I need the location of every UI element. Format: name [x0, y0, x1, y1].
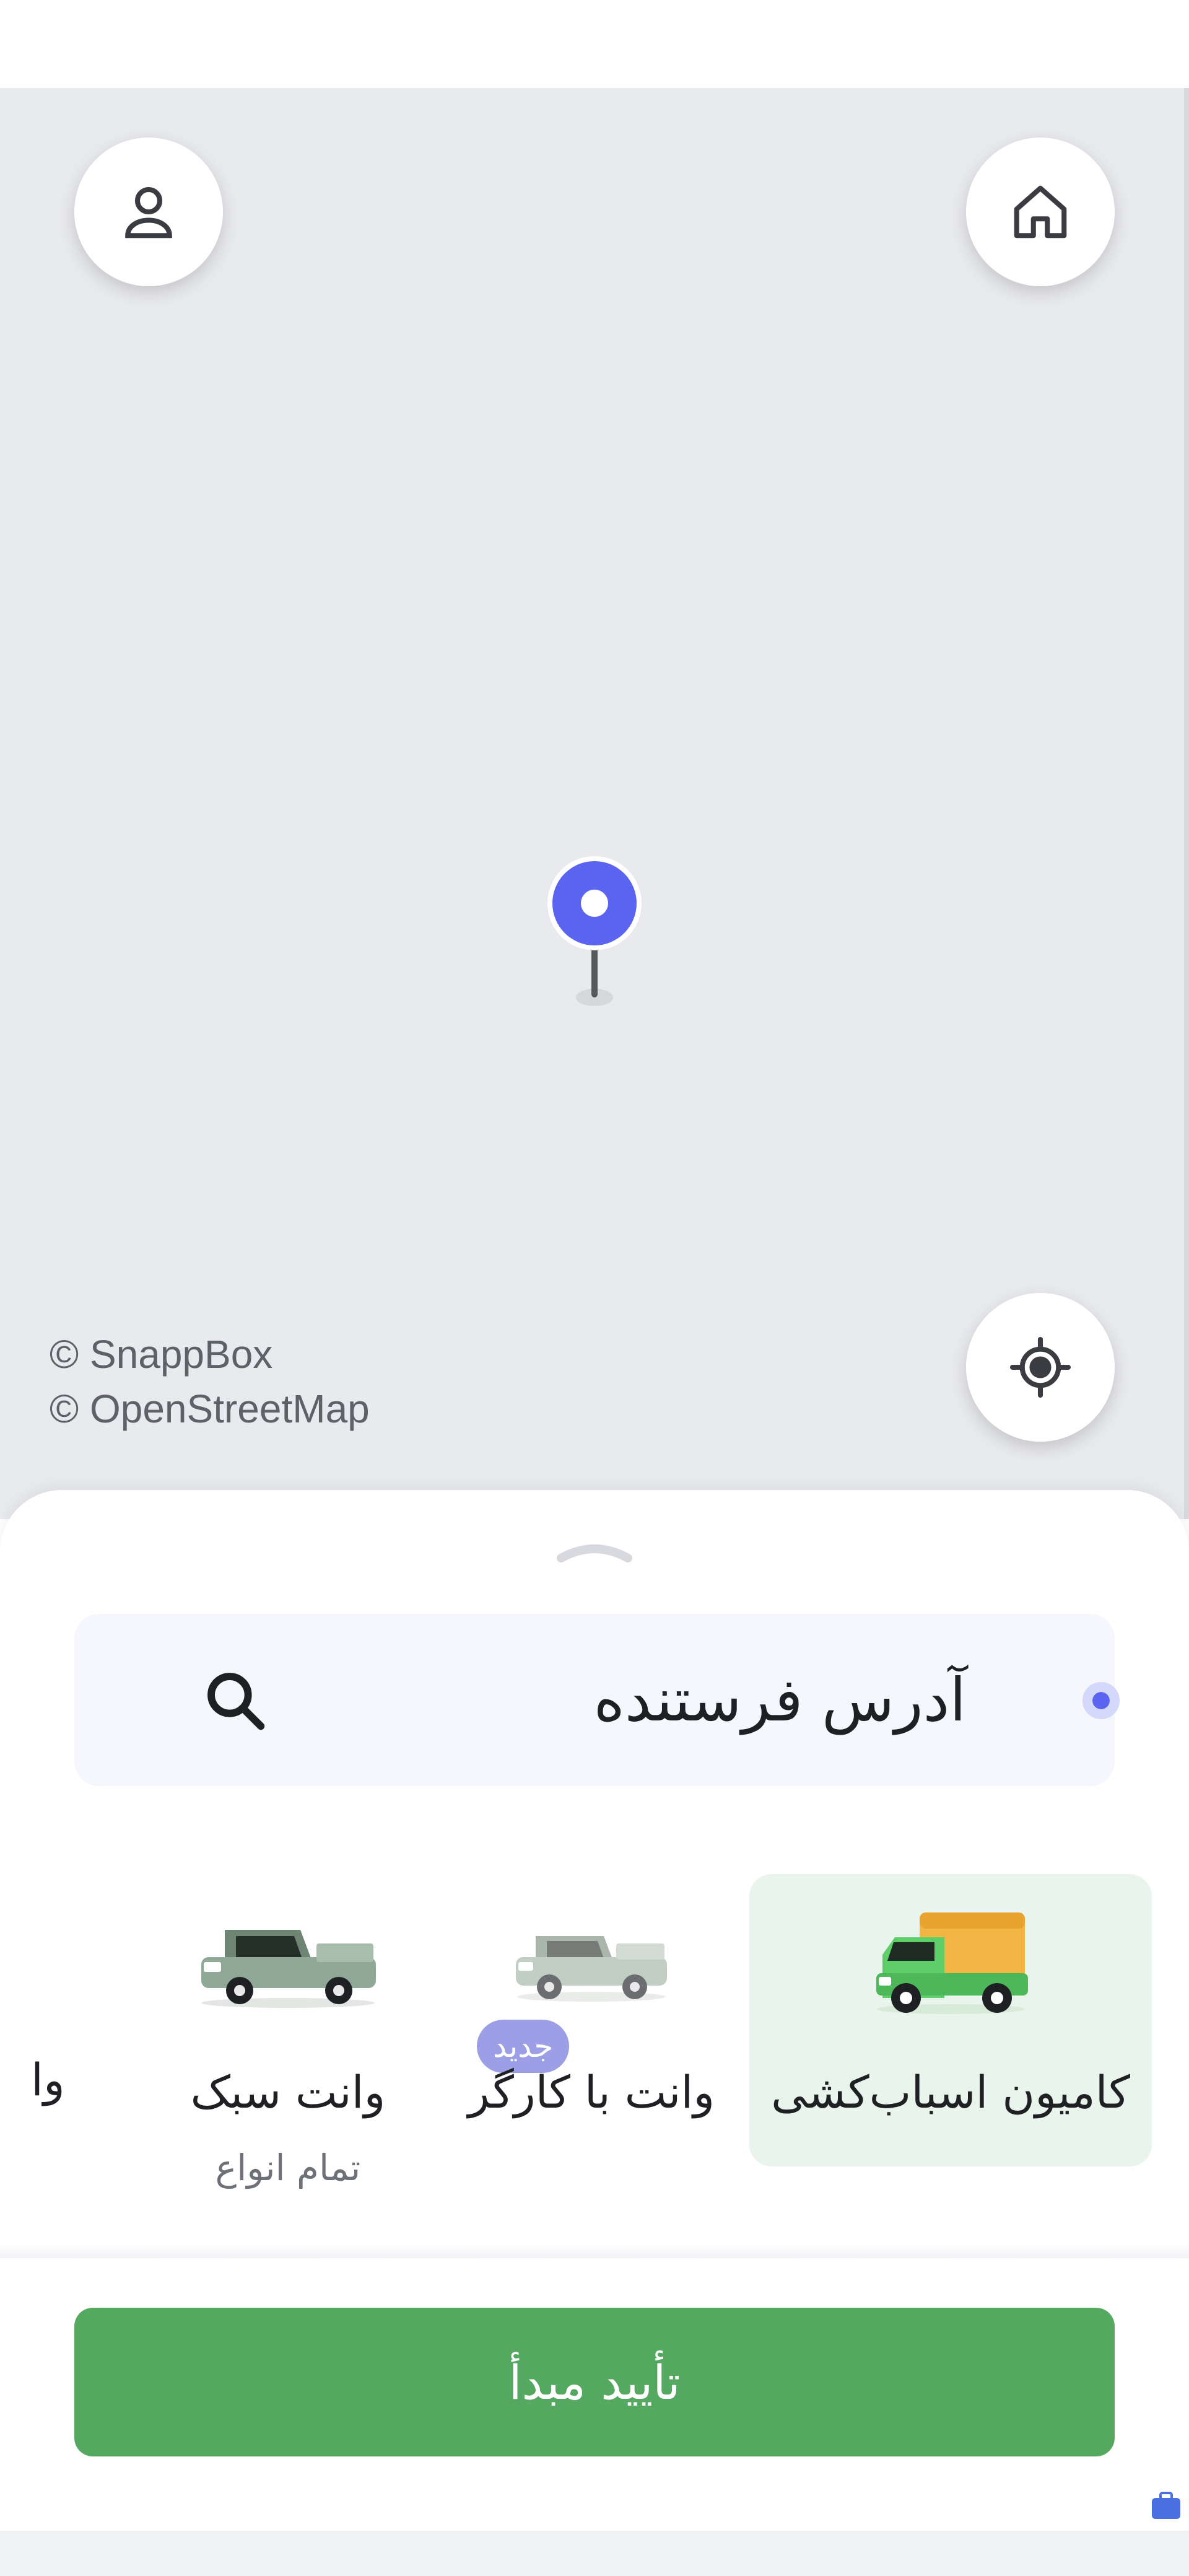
sender-address-label: آدرس فرستنده [593, 1665, 966, 1735]
pickup-truck-icon [201, 1930, 376, 2008]
map-view[interactable]: © SnappBox © OpenStreetMap [0, 88, 1189, 1519]
person-icon [125, 186, 172, 239]
vehicle-type-name: کامیون اسباب‌کشی [771, 2066, 1130, 2118]
briefcase-icon [1152, 2492, 1180, 2519]
sheet-divider [0, 2245, 1189, 2259]
vehicle-type-subtitle: تمام انواع [215, 2147, 361, 2189]
system-nav-bar [0, 2531, 1189, 2576]
vehicle-type-van-with-worker[interactable]: جدید وانت با کارگر [446, 1874, 737, 2166]
attribution-snappbox: © SnappBox [50, 1332, 273, 1377]
crosshair-icon [1009, 1336, 1071, 1398]
app-screen: © SnappBox © OpenStreetMap آدرس فرستنده [0, 0, 1189, 2576]
attribution-osm: © OpenStreetMap [50, 1387, 370, 1431]
vehicle-type-light-van[interactable]: وانت سبک تمام انواع [142, 1874, 433, 2189]
bottom-sheet: آدرس فرستنده کامیون [0, 1490, 1189, 2326]
chevron-up-icon[interactable] [556, 1540, 633, 1564]
sender-address-field[interactable]: آدرس فرستنده [74, 1614, 1120, 1786]
profile-button[interactable] [74, 138, 223, 286]
vehicle-type-name: وانت با کارگر [468, 2066, 715, 2118]
origin-dot-icon [1082, 1682, 1120, 1719]
new-badge: جدید [477, 2020, 570, 2073]
confirm-origin-button[interactable]: تأیید مبدأ [74, 2308, 1115, 2456]
moving-truck-icon [876, 1912, 1028, 2014]
search-icon[interactable] [201, 1667, 269, 1735]
my-location-button[interactable] [966, 1293, 1115, 1442]
vehicle-type-partial[interactable]: وا [31, 2054, 65, 2106]
vehicle-type-moving-truck[interactable]: کامیون اسباب‌کشی [749, 1874, 1152, 2166]
top-bar [0, 0, 1189, 88]
location-pin-icon [547, 856, 642, 1006]
map-edge [1184, 88, 1189, 1519]
footer: تأیید مبدأ [0, 2258, 1189, 2531]
vehicle-type-list[interactable]: کامیون اسباب‌کشی جدید وانت با کارگ [0, 1862, 1189, 2209]
pickup-truck-icon [516, 1936, 667, 2002]
vehicle-type-name: وانت سبک [190, 2066, 386, 2118]
map-attribution: © SnappBox © OpenStreetMap [50, 1327, 370, 1436]
home-button[interactable] [966, 138, 1115, 286]
home-icon [1014, 185, 1067, 239]
